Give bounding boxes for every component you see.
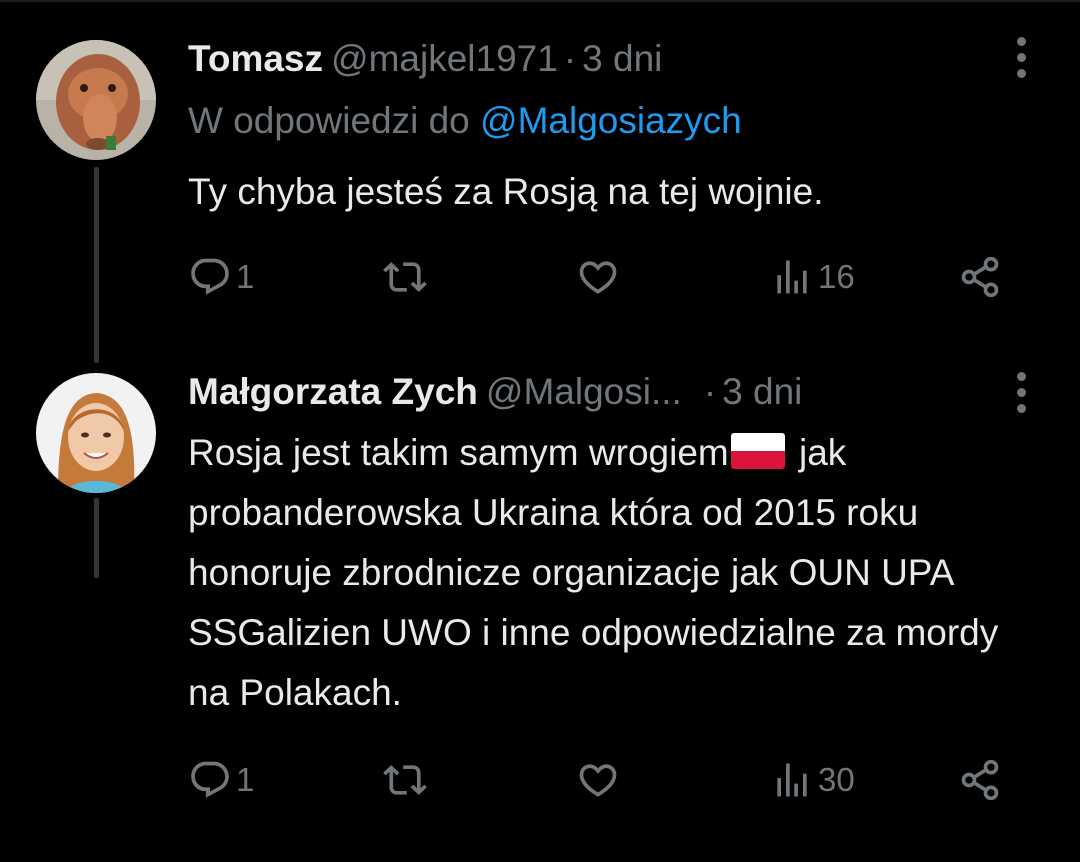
reply-count: 1 (236, 761, 255, 798)
mention-link[interactable]: @Malgosiazych (480, 100, 742, 141)
views-icon (777, 763, 807, 797)
reply-button[interactable]: 1 (188, 755, 254, 805)
like-button[interactable] (576, 252, 620, 302)
retweet-icon (383, 765, 427, 795)
retweet-button[interactable] (383, 252, 427, 302)
views-icon (777, 260, 807, 294)
timestamp[interactable]: 3 dni (582, 38, 662, 79)
tweet-text: Ty chyba jesteś za Rosją na tej wojnie. (188, 171, 824, 212)
views-button[interactable]: 16 (770, 252, 855, 302)
reply-count: 1 (236, 258, 255, 295)
tweet-text-part: jak probanderowska Ukraina która od 2015… (188, 432, 999, 713)
replying-to: W odpowiedzi do @Malgosiazych (188, 98, 742, 144)
retweet-button[interactable] (383, 755, 427, 805)
retweet-icon (383, 262, 427, 292)
author-handle[interactable]: @majkel1971 (331, 38, 558, 79)
view-count: 16 (818, 258, 855, 295)
thread-line (94, 498, 99, 578)
tweet-header: Tomasz @majkel1971 · 3 dni (188, 36, 662, 82)
thread-line (94, 167, 99, 363)
share-button[interactable] (958, 755, 1002, 805)
reply-button[interactable]: 1 (188, 252, 254, 302)
poland-flag-icon (730, 433, 785, 469)
like-icon (579, 261, 617, 294)
share-icon (961, 256, 999, 298)
more-icon[interactable] (1010, 369, 1032, 415)
author-name[interactable]: Tomasz (188, 38, 323, 79)
action-bar: 1 16 (188, 252, 1048, 302)
reply-icon (191, 258, 229, 295)
tweet-text: Rosja jest takim samym wrogiem jak proba… (188, 423, 1048, 723)
reply-icon (191, 761, 229, 798)
more-icon[interactable] (1010, 34, 1032, 80)
action-bar: 1 30 (188, 755, 1048, 805)
view-count: 30 (818, 761, 855, 798)
tweet-text-part: Rosja jest takim samym wrogiem (188, 432, 729, 473)
share-icon (961, 759, 999, 801)
avatar-image (36, 40, 156, 160)
views-button[interactable]: 30 (770, 755, 855, 805)
replying-prefix: W odpowiedzi do (188, 100, 470, 141)
timestamp[interactable]: 3 dni (722, 371, 802, 412)
like-button[interactable] (576, 755, 620, 805)
separator-dot: · (703, 371, 717, 412)
tweet[interactable]: Małgorzata Zych @Malgosi... · 3 dni Rosja j… (0, 335, 1080, 862)
tweet-header: Małgorzata Zych @Malgosi... · 3 dni (188, 369, 802, 415)
share-button[interactable] (958, 252, 1002, 302)
tweet[interactable]: Tomasz @majkel1971 · 3 dni W odpowiedzi do … (0, 0, 1080, 363)
separator-dot: · (563, 38, 577, 79)
avatar[interactable] (36, 373, 156, 493)
author-handle[interactable]: @Malgosi... (486, 371, 682, 412)
like-icon (579, 764, 617, 797)
avatar-image (36, 373, 156, 493)
avatar[interactable] (36, 40, 156, 160)
author-name[interactable]: Małgorzata Zych (188, 371, 478, 412)
